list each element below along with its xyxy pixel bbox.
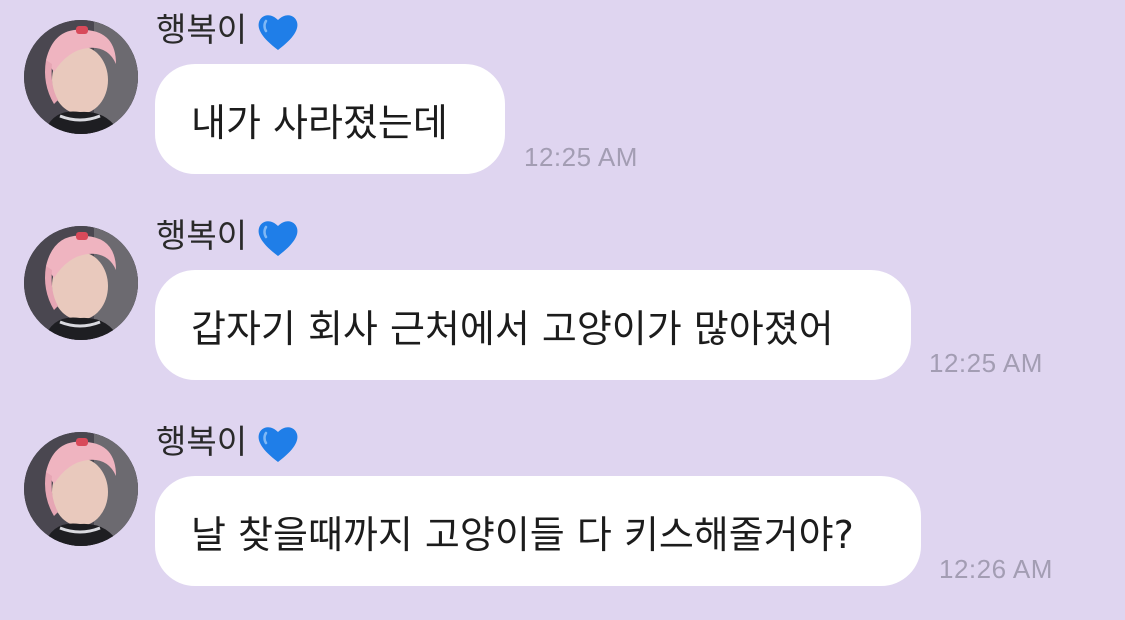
sender-name[interactable]: 행복이 bbox=[156, 422, 247, 462]
message-text: 날 찾을때까지 고양이들 다 키스해줄거야? bbox=[191, 512, 854, 557]
message-row: 행복이 날 찾을때까지 고양이들 다 키스해줄거야? 12:26 AM bbox=[0, 414, 1125, 604]
avatar-photo bbox=[24, 20, 138, 134]
message-bubble[interactable]: 갑자기 회사 근처에서 고양이가 많아졌어 bbox=[155, 270, 911, 380]
sender-avatar[interactable] bbox=[24, 20, 138, 134]
avatar-photo bbox=[24, 226, 138, 340]
message-row: 행복이 내가 사라졌는데 12:25 AM bbox=[0, 2, 1125, 192]
message-bubble[interactable]: 내가 사라졌는데 bbox=[155, 64, 505, 174]
blue-heart-icon bbox=[258, 15, 298, 51]
message-row: 행복이 갑자기 회사 근처에서 고양이가 많아졌어 12:25 AM bbox=[0, 208, 1125, 398]
blue-heart-icon bbox=[258, 221, 298, 256]
message-text: 내가 사라졌는데 bbox=[191, 100, 448, 145]
message-bubble[interactable]: 날 찾을때까지 고양이들 다 키스해줄거야? bbox=[155, 476, 921, 586]
sender-name[interactable]: 행복이 bbox=[156, 216, 247, 256]
message-timestamp: 12:25 AM bbox=[524, 142, 638, 172]
avatar-photo bbox=[24, 432, 138, 546]
sender-avatar[interactable] bbox=[24, 432, 138, 546]
sender-avatar[interactable] bbox=[24, 226, 138, 340]
message-timestamp: 12:26 AM bbox=[939, 554, 1053, 584]
message-timestamp: 12:25 AM bbox=[929, 348, 1043, 378]
sender-name[interactable]: 행복이 bbox=[156, 10, 247, 50]
message-text: 갑자기 회사 근처에서 고양이가 많아졌어 bbox=[191, 306, 834, 351]
blue-heart-icon bbox=[258, 427, 298, 462]
